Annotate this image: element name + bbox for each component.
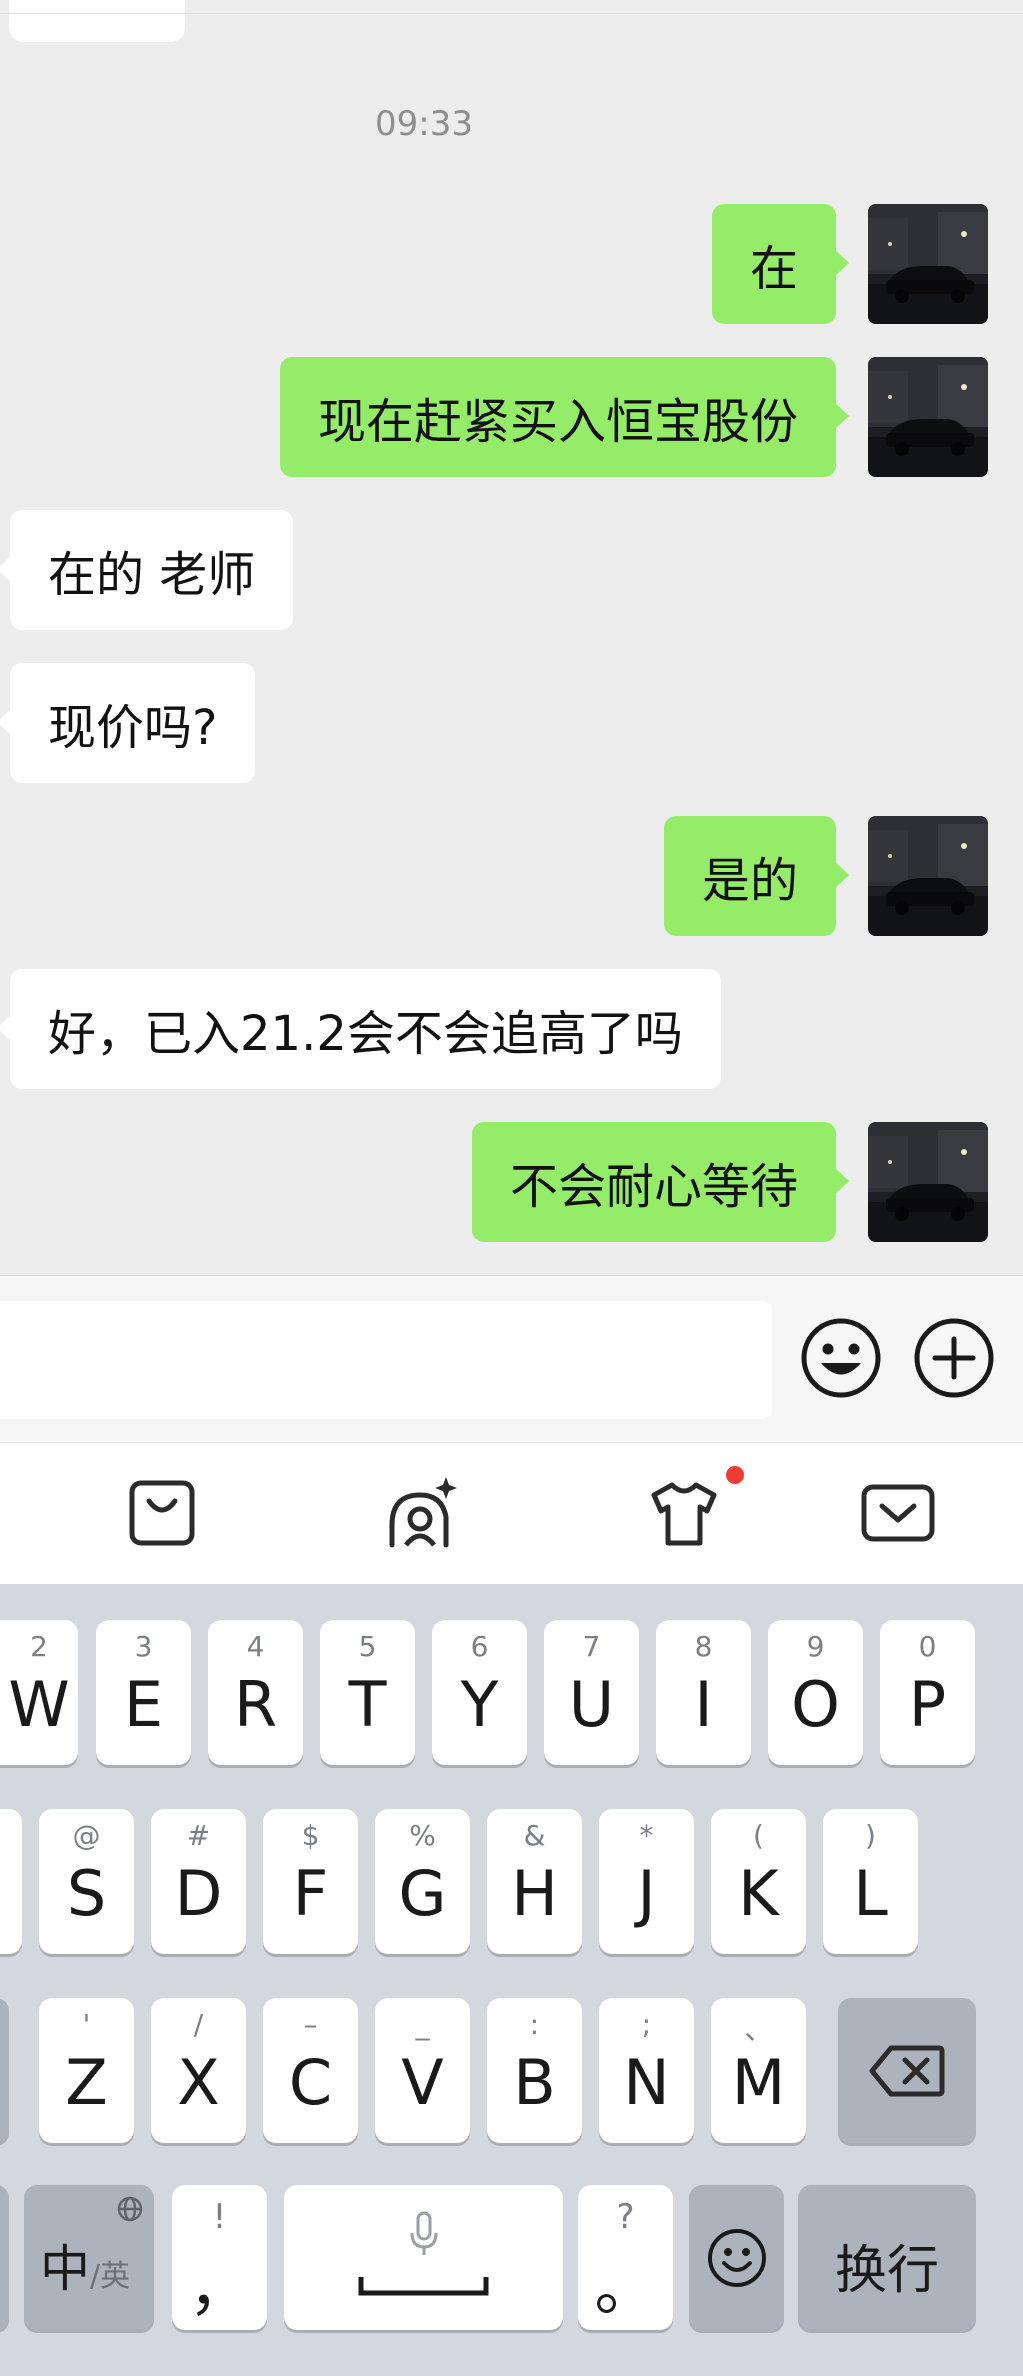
symbol-key[interactable]: [0, 2185, 9, 2330]
collapse-keyboard-icon[interactable]: [858, 1473, 938, 1553]
key-b[interactable]: :B: [487, 1998, 582, 2143]
message-row: 好，已入21.2会不会追高了吗: [0, 969, 1023, 1089]
key-w[interactable]: 2W: [0, 1620, 78, 1765]
key-u[interactable]: 7U: [544, 1620, 639, 1765]
key-k[interactable]: (K: [711, 1809, 806, 1954]
language-switch-key[interactable]: 中 /英: [24, 2185, 154, 2330]
space-bar-icon: [358, 2277, 489, 2296]
key-c[interactable]: – C: [263, 1998, 358, 2143]
key-t[interactable]: 5T: [320, 1620, 415, 1765]
incoming-message-bubble[interactable]: 好，已入21.2会不会追高了吗: [0, 969, 721, 1089]
key-n[interactable]: ; N: [599, 1998, 694, 2143]
avatar-sparkle-icon[interactable]: [380, 1473, 460, 1553]
key-j[interactable]: * J: [599, 1809, 694, 1954]
chat-timestamp: 09:33: [375, 104, 473, 144]
key-d[interactable]: # D: [151, 1809, 246, 1954]
key-z[interactable]: ' Z: [39, 1998, 134, 2143]
previous-message-bubble[interactable]: [9, 0, 185, 42]
key-r[interactable]: 4R: [208, 1620, 303, 1765]
key-a[interactable]: [0, 1809, 22, 1954]
language-primary-label: 中: [40, 2240, 90, 2298]
plus-circle-icon[interactable]: [912, 1316, 996, 1400]
outgoing-message-bubble[interactable]: 在: [711, 204, 850, 324]
shopping-bag-icon[interactable]: [122, 1473, 202, 1553]
avatar[interactable]: [868, 816, 988, 936]
message-row: 现在赶紧买入恒宝股份: [0, 357, 1023, 477]
key-e[interactable]: 3E: [96, 1620, 191, 1765]
emoji-key[interactable]: [689, 2185, 784, 2330]
space-key[interactable]: [284, 2185, 563, 2330]
avatar-photo: [868, 357, 988, 477]
message-row: 是的: [0, 816, 1023, 936]
avatar[interactable]: [868, 1122, 988, 1242]
message-input[interactable]: [0, 1301, 772, 1419]
backspace-icon: [869, 2045, 945, 2096]
outgoing-message-bubble[interactable]: 是的: [663, 816, 850, 936]
incoming-message-bubble[interactable]: 现价吗?: [0, 663, 256, 783]
key-s[interactable]: @ S: [39, 1809, 134, 1954]
key-v[interactable]: _ V: [375, 1998, 470, 2143]
avatar-photo: [868, 816, 988, 936]
message-row: 在: [0, 204, 1023, 324]
outgoing-message-bubble[interactable]: 现在赶紧买入恒宝股份: [279, 357, 850, 477]
key-y[interactable]: 6Y: [432, 1620, 527, 1765]
key-g[interactable]: % G: [375, 1809, 470, 1954]
key-i[interactable]: 8I: [656, 1620, 751, 1765]
key-h[interactable]: & H: [487, 1809, 582, 1954]
message-row: 现价吗?: [0, 663, 1023, 783]
key-x[interactable]: / X: [151, 1998, 246, 2143]
enter-key[interactable]: 换行: [798, 2185, 976, 2330]
message-row: 不会耐心等待: [0, 1122, 1023, 1242]
globe-icon: [117, 2196, 143, 2222]
keyboard-toolbar: [0, 1442, 1023, 1584]
backspace-key[interactable]: [838, 1998, 976, 2143]
emoji-icon: [707, 2228, 766, 2287]
avatar-photo: [868, 1122, 988, 1242]
avatar-photo: [868, 204, 988, 324]
incoming-message-bubble[interactable]: 在的 老师: [0, 510, 294, 630]
divider: [0, 13, 1023, 14]
outgoing-message-bubble[interactable]: 不会耐心等待: [471, 1122, 850, 1242]
keyboard: 2W 3E 4R 5T 6Y 7U 8I 9O 0P @ S # D $ F % G &…: [0, 1584, 1023, 2376]
message-input-bar: [0, 1275, 1023, 1442]
tshirt-icon[interactable]: [644, 1473, 724, 1553]
key-m[interactable]: 、 M: [711, 1998, 806, 2143]
notification-dot: [726, 1466, 744, 1484]
key-l[interactable]: ) L: [823, 1809, 918, 1954]
language-secondary-label: /英: [90, 2259, 131, 2294]
avatar[interactable]: [868, 204, 988, 324]
key-p[interactable]: 0P: [880, 1620, 975, 1765]
shift-key[interactable]: [0, 1998, 9, 2143]
avatar[interactable]: [868, 357, 988, 477]
period-key[interactable]: ? 。: [578, 2185, 673, 2330]
chat-area[interactable]: 09:33 在 现在赶紧买入恒宝股份 在的 老师 现价吗? 是的 好，已入21.…: [0, 0, 1023, 1275]
microphone-icon: [410, 2211, 438, 2255]
message-row: 在的 老师: [0, 510, 1023, 630]
key-f[interactable]: $ F: [263, 1809, 358, 1954]
key-o[interactable]: 9O: [768, 1620, 863, 1765]
emoji-icon[interactable]: [799, 1316, 883, 1400]
comma-key[interactable]: ! ，: [172, 2185, 267, 2330]
